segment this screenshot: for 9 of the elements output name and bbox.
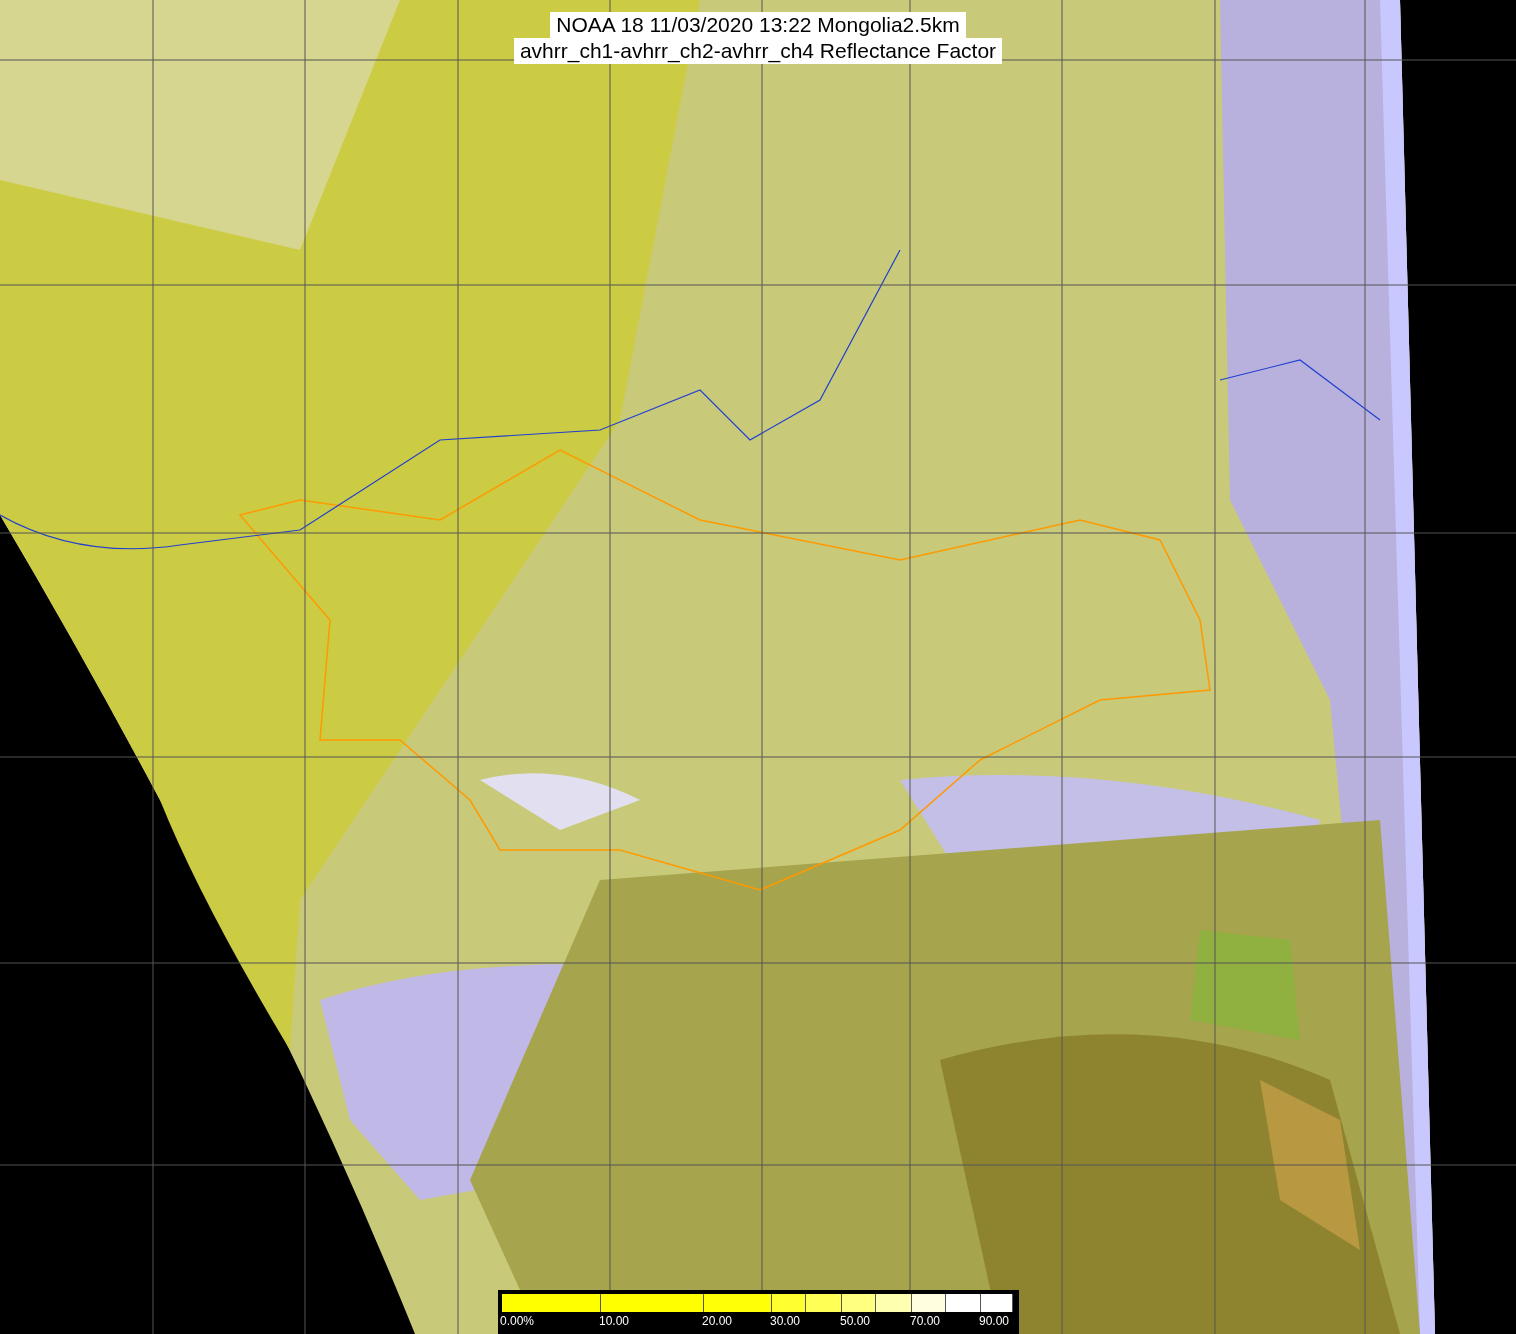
legend-label: 0.00%: [500, 1314, 535, 1328]
legend-label: 30.00: [770, 1314, 801, 1328]
legend-label: 70.00: [910, 1314, 941, 1328]
image-title: avhrr_ch1-avhrr_ch2-avhrr_ch4 Reflectance Factor: [513, 38, 1003, 64]
legend-label: 20.00: [702, 1314, 733, 1328]
legend-label: 10.00: [599, 1314, 630, 1328]
legend-label: 50.00: [840, 1314, 871, 1328]
legend-label: 90.00: [979, 1314, 1010, 1328]
image-title: NOAA 18 11/03/2020 13:22 Mongolia2.5km: [550, 12, 966, 38]
